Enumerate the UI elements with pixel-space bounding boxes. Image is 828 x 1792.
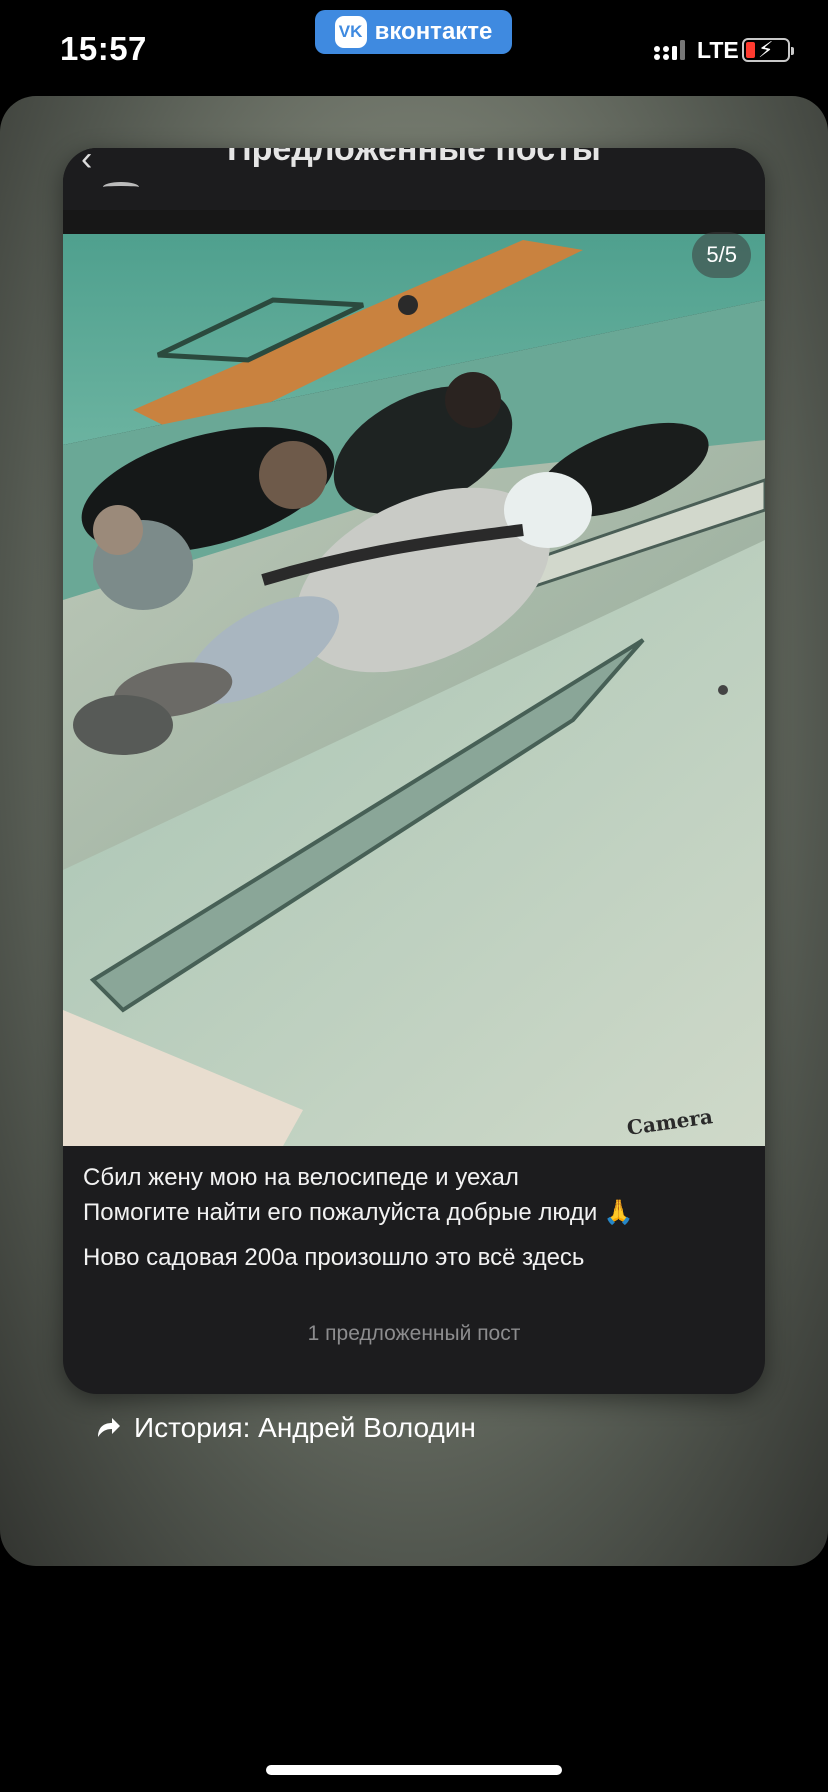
history-label: История: Андрей Володин — [134, 1412, 476, 1443]
vk-logo-icon: VK — [334, 16, 367, 48]
header-mark — [103, 182, 139, 192]
story-history-link[interactable]: История: Андрей Володин — [92, 1412, 476, 1444]
card-header-title: Предложенные посты — [227, 148, 601, 168]
post-photo[interactable]: Camera 5/5 — [63, 210, 765, 1146]
post-text-line: Сбил жену мою на велосипеде и уехал — [83, 1164, 519, 1191]
post-text: Сбил жену мою на велосипеде и уехал Помо… — [83, 1160, 753, 1285]
suggested-post-card[interactable]: ‹ Предложенные посты Camera 5/5 Сбил жен… — [63, 148, 765, 1394]
home-indicator[interactable] — [266, 1765, 562, 1775]
status-bar: 15:57 VK вконтакте LTE ⚡ — [0, 0, 828, 100]
battery-icon: ⚡ — [742, 37, 794, 62]
vk-app-banner[interactable]: VK вконтакте — [315, 10, 512, 54]
post-text-line: Ново садовая 200а произошло это всё здес… — [83, 1244, 585, 1271]
cctv-frame-image: Camera — [63, 210, 765, 1146]
photo-counter-badge: 5/5 — [692, 232, 751, 278]
cellular-signal-icon — [654, 40, 685, 60]
charging-bolt-icon: ⚡ — [758, 37, 774, 62]
status-time: 15:57 — [60, 30, 147, 67]
network-type: LTE — [697, 37, 739, 63]
vk-app-name: вконтакте — [374, 18, 493, 45]
suggested-posts-count[interactable]: 1 предложенный пост — [63, 1322, 765, 1346]
post-text-line: Помогите найти его пожалуйста добрые люд… — [83, 1199, 634, 1226]
story-sheet: ‹ Предложенные посты Camera 5/5 Сбил жен… — [0, 96, 828, 1566]
card-header: ‹ Предложенные посты — [63, 148, 765, 210]
share-arrow-icon — [98, 1418, 120, 1437]
